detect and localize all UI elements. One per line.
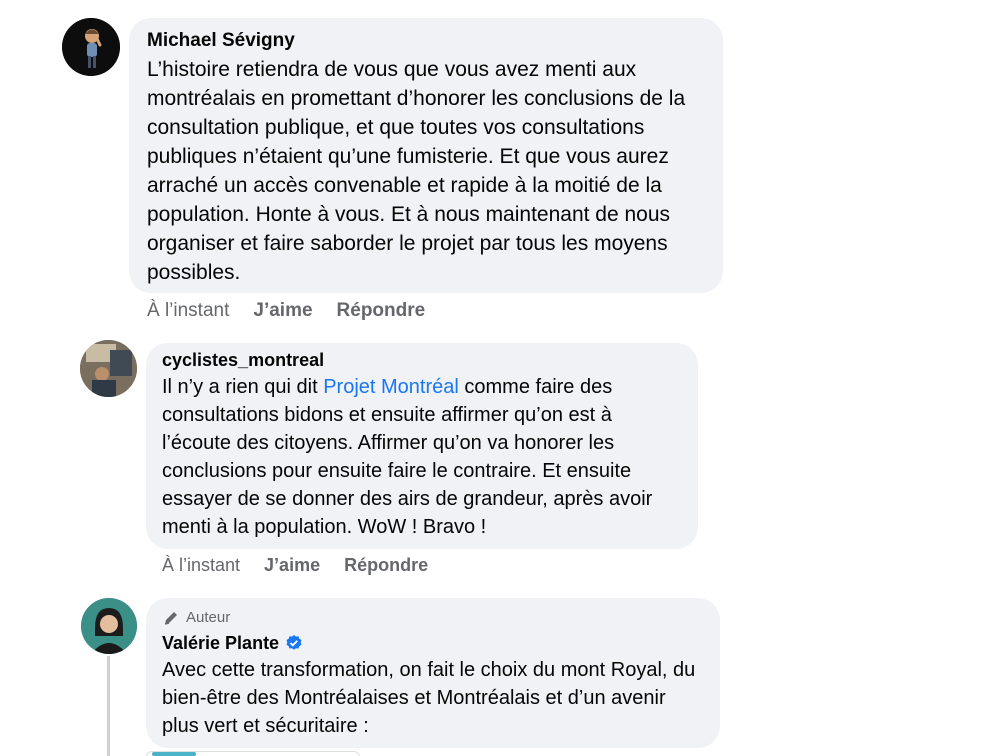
page-mention-link[interactable]: Projet Montréal <box>323 376 459 398</box>
comment-text-part: comme faire des consultations bidons et … <box>162 376 653 538</box>
reply-button[interactable]: Répondre <box>337 300 426 322</box>
comment-thread: Michael Sévigny L’histoire retiendra de … <box>0 0 1000 756</box>
comment-author[interactable]: Michael Sévigny <box>147 29 705 53</box>
comment-bubble: Auteur Valérie Plante Avec cette transfo… <box>146 598 720 748</box>
avatar[interactable] <box>80 340 137 397</box>
comment-text: L’histoire retiendra de vous que vous av… <box>147 58 686 284</box>
thread-connector-line <box>107 656 110 756</box>
comment-bubble: Michael Sévigny L’histoire retiendra de … <box>129 18 723 293</box>
comment-text: Avec cette transformation, on fait le ch… <box>162 659 696 737</box>
like-button[interactable]: J’aime <box>264 555 320 576</box>
like-button[interactable]: J’aime <box>253 300 312 322</box>
comment-author[interactable]: cyclistes_montreal <box>162 349 682 371</box>
author-line: Valérie Plante <box>162 632 704 654</box>
comment-actions: À l’instant J’aime Répondre <box>162 555 428 576</box>
photo-avatar-icon <box>80 340 137 397</box>
comment-author[interactable]: Valérie Plante <box>162 632 279 654</box>
comment-text-part: Il n’y a rien qui dit <box>162 376 324 398</box>
comment-timestamp[interactable]: À l’instant <box>162 555 240 576</box>
comment-text: Il n’y a rien qui dit Projet Montréal co… <box>162 373 682 541</box>
attachment-thumbnail <box>152 752 196 756</box>
comment-bubble: cyclistes_montreal Il n’y a rien qui dit… <box>146 343 698 549</box>
reply-button[interactable]: Répondre <box>344 555 428 576</box>
avatar[interactable] <box>62 18 120 76</box>
photo-avatar-icon <box>81 598 137 654</box>
author-badge: Auteur <box>162 608 704 628</box>
comment-actions: À l’instant J’aime Répondre <box>147 300 425 322</box>
author-badge-label: Auteur <box>186 609 231 626</box>
pencil-icon <box>164 612 177 625</box>
verified-badge-icon <box>286 635 302 650</box>
avatar[interactable] <box>81 598 137 654</box>
memoji-avatar-icon <box>62 18 120 76</box>
comment-timestamp[interactable]: À l’instant <box>147 300 229 322</box>
